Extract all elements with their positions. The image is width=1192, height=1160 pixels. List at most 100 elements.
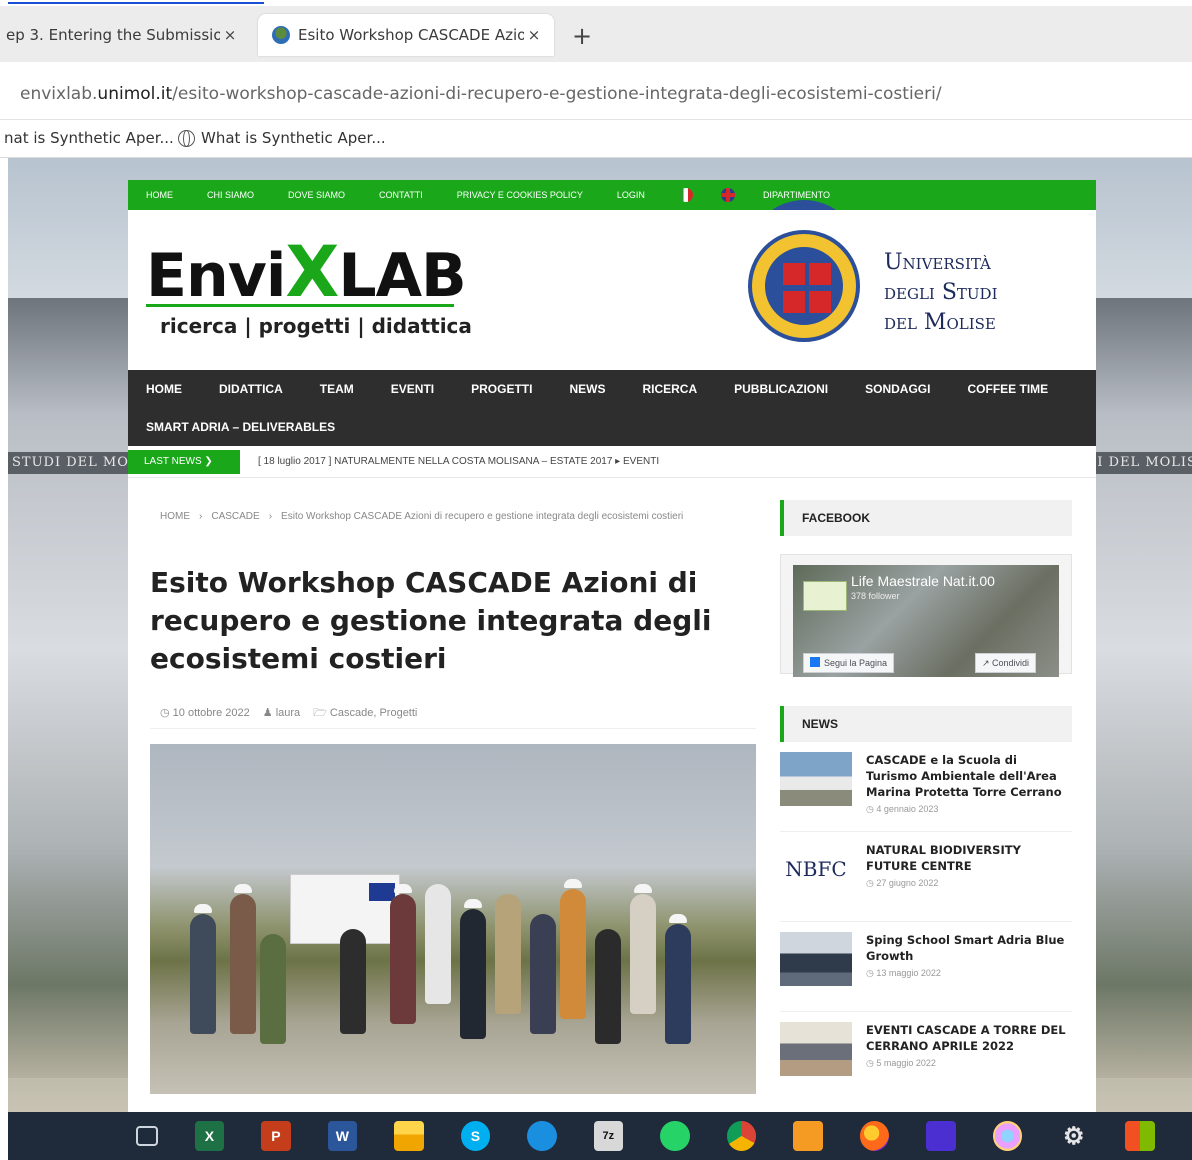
news-thumbnail[interactable]: NBFC — [780, 842, 852, 896]
facebook-follow-button[interactable]: Segui la Pagina — [803, 653, 895, 673]
excel-icon[interactable]: X — [194, 1121, 225, 1151]
main-nav-didattica[interactable]: DIDATTICA — [219, 382, 283, 396]
breadcrumb: HOME › CASCADE › Esito Workshop CASCADE Azio… — [160, 508, 720, 525]
news-ticker: LAST NEWS ❯ [ 18 luglio 2017 ] NATURALME… — [128, 446, 1096, 478]
facebook-page-name[interactable]: Life Maestrale Nat.it.00 — [851, 573, 995, 589]
edge-icon[interactable] — [527, 1121, 557, 1151]
top-nav-login[interactable]: LOGIN — [617, 190, 645, 200]
url-text[interactable]: envixlab.unimol.it/esito-workshop-cascad… — [20, 84, 942, 104]
group-photo-person — [230, 894, 256, 1034]
news-widget-title: NEWS — [780, 706, 1072, 742]
top-nav-contatti[interactable]: CONTATTI — [379, 190, 423, 200]
news-thumbnail[interactable] — [780, 932, 852, 986]
english-flag-icon[interactable] — [720, 188, 735, 202]
logo-underline — [146, 304, 454, 307]
main-nav-sondaggi[interactable]: SONDAGGI — [865, 382, 930, 396]
tab-label: ep 3. Entering the Submission — [6, 26, 220, 44]
seal-tower-icon — [809, 291, 831, 313]
news-item[interactable]: NBFC NATURAL BIODIVERSITY FUTURE CENTRE … — [780, 832, 1072, 922]
news-headline[interactable]: NATURAL BIODIVERSITY FUTURE CENTRE — [866, 842, 1072, 874]
news-headline[interactable]: CASCADE e la Scuola di Turismo Ambiental… — [866, 752, 1072, 800]
url-prefix: envixlab. — [20, 84, 98, 104]
facebook-page-cover[interactable]: Life Maestrale Nat.it.00 378 follower Se… — [793, 565, 1059, 677]
main-nav-progetti[interactable]: PROGETTI — [471, 382, 532, 396]
store-icon[interactable] — [1125, 1121, 1155, 1151]
top-nav-chi-siamo[interactable]: CHI SIAMO — [207, 190, 254, 200]
word-icon[interactable]: W — [327, 1121, 358, 1151]
chrome-icon[interactable] — [726, 1121, 757, 1151]
browser-tab-bar: ep 3. Entering the Submission × Esito Wo… — [0, 6, 1192, 62]
news-item[interactable]: Sping School Smart Adria Blue Growth ◷ 1… — [780, 922, 1072, 1012]
close-tab-icon[interactable]: × — [220, 26, 240, 44]
bookmark-item[interactable]: nat is Synthetic Aper... — [4, 129, 174, 147]
university-name[interactable]: Università degli Studi del Molise — [884, 248, 998, 338]
news-headline[interactable]: Sping School Smart Adria Blue Growth — [866, 932, 1072, 964]
main-nav-smart-adria[interactable]: SMART ADRIA – DELIVERABLES — [146, 420, 335, 434]
tab-submission[interactable]: ep 3. Entering the Submission × — [0, 14, 250, 56]
breadcrumb-separator: › — [268, 511, 273, 522]
news-headline[interactable]: EVENTI CASCADE A TORRE DEL CERRANO APRIL… — [866, 1022, 1072, 1054]
site-header: EnviXLAB ricerca | progetti | didattica … — [128, 210, 1096, 370]
main-nav: HOME DIDATTICA TEAM EVENTI PROGETTI NEWS… — [128, 370, 1096, 446]
university-line: Università — [884, 250, 991, 275]
bookmark-label: What is Synthetic Aper... — [201, 129, 386, 147]
article-categories[interactable]: 🗁 Cascade, Progetti — [313, 707, 417, 719]
page-viewport[interactable]: STUDI DEL MOLISE UDI DEL MOLIS HOME CHI … — [8, 158, 1192, 1112]
top-nav-dove-siamo[interactable]: DOVE SIAMO — [288, 190, 345, 200]
news-thumbnail[interactable] — [780, 1022, 852, 1076]
firefox-icon[interactable] — [859, 1121, 890, 1151]
italian-flag-icon[interactable] — [678, 188, 693, 202]
group-photo-person — [665, 924, 691, 1044]
article-date: ◷ 10 ottobre 2022 — [160, 707, 250, 719]
cap-icon — [234, 884, 252, 893]
breadcrumb-home[interactable]: HOME — [160, 511, 190, 522]
cap-icon — [634, 884, 652, 893]
seal-tower-icon — [809, 263, 831, 285]
breadcrumb-cascade[interactable]: CASCADE — [211, 511, 259, 522]
news-thumbnail[interactable] — [780, 752, 852, 806]
address-bar[interactable]: envixlab.unimol.it/esito-workshop-cascad… — [0, 62, 1192, 120]
university-line: degli Studi — [884, 280, 998, 305]
main-nav-eventi[interactable]: EVENTI — [391, 382, 434, 396]
mail-icon[interactable] — [793, 1121, 823, 1151]
skype-icon[interactable]: S — [460, 1121, 491, 1151]
article-photo[interactable] — [150, 744, 756, 1094]
envixlab-logo[interactable]: EnviXLAB — [146, 237, 467, 307]
logo-tagline: ricerca | progetti | didattica — [160, 314, 472, 338]
main-nav-pubblicazioni[interactable]: PUBBLICAZIONI — [734, 382, 828, 396]
group-photo-person — [595, 929, 621, 1044]
paint-icon[interactable] — [992, 1121, 1022, 1151]
tab-label: Esito Workshop CASCADE Azio — [298, 26, 524, 44]
whatsapp-icon[interactable] — [660, 1121, 690, 1151]
top-nav-dipartimento[interactable]: DIPARTIMENTO — [763, 190, 830, 200]
main-nav-team[interactable]: TEAM — [320, 382, 354, 396]
main-nav-row: SMART ADRIA – DELIVERABLES — [128, 408, 372, 446]
settings-icon[interactable]: ⚙ — [1059, 1121, 1088, 1151]
main-nav-coffee-time[interactable]: COFFEE TIME — [967, 382, 1048, 396]
globe-icon — [178, 129, 195, 147]
news-item[interactable]: CASCADE e la Scuola di Turismo Ambiental… — [780, 742, 1072, 832]
powerpoint-icon[interactable]: P — [261, 1121, 291, 1151]
top-nav-privacy[interactable]: PRIVACY E COOKIES POLICY — [457, 190, 583, 200]
cap-icon — [194, 904, 212, 913]
top-link-underline — [8, 0, 264, 4]
news-date: ◷ 5 maggio 2022 — [866, 1058, 936, 1068]
7zip-icon[interactable]: 7z — [593, 1121, 624, 1151]
bookmark-item[interactable]: What is Synthetic Aper... — [178, 129, 386, 147]
new-tab-button[interactable]: + — [572, 22, 592, 50]
news-item[interactable]: EVENTI CASCADE A TORRE DEL CERRANO APRIL… — [780, 1012, 1072, 1102]
facebook-page-logo — [803, 581, 847, 611]
main-nav-news[interactable]: NEWS — [569, 382, 605, 396]
amazon-music-icon[interactable] — [926, 1121, 956, 1151]
main-nav-ricerca[interactable]: RICERCA — [642, 382, 697, 396]
close-tab-icon[interactable]: × — [524, 26, 544, 44]
facebook-share-button[interactable]: ↗ Condividi — [975, 653, 1037, 673]
tab-esito-workshop[interactable]: Esito Workshop CASCADE Azio × — [258, 14, 554, 56]
university-seal-icon[interactable] — [748, 230, 860, 342]
article-author[interactable]: ♟ laura — [263, 707, 300, 719]
file-explorer-icon[interactable] — [394, 1121, 424, 1151]
main-nav-home[interactable]: HOME — [146, 382, 182, 396]
top-nav-home[interactable]: HOME — [146, 190, 173, 200]
task-view-icon[interactable] — [136, 1126, 158, 1146]
ticker-item[interactable]: [ 18 luglio 2017 ] NATURALMENTE NELLA CO… — [258, 456, 659, 467]
